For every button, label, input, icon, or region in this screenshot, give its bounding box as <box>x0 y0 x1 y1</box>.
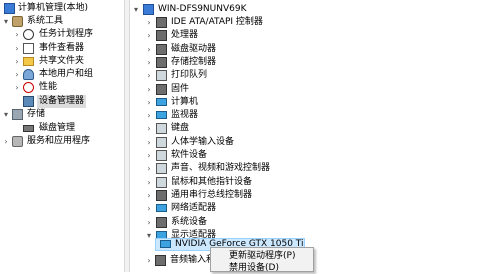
device-category-label: 固件 <box>171 83 190 94</box>
device-category-label: 计算机 <box>171 96 199 107</box>
chevron-right-icon[interactable]: › <box>13 42 21 55</box>
device-tree-root-label: WIN-DFS9NUNV69K <box>158 4 247 14</box>
audio-input-icon <box>155 255 166 266</box>
processor-icon <box>156 30 167 42</box>
tree-item-label: 设备管理器 <box>37 95 87 108</box>
device-category-label: 处理器 <box>171 30 199 41</box>
device-category-label: 声音、视频和游戏控制器 <box>171 163 271 174</box>
tree-item-label: 系统工具 <box>27 16 64 26</box>
tree-item-label: 磁盘管理 <box>39 123 76 133</box>
system-tools-icon <box>12 16 23 27</box>
monitor-icon <box>156 111 167 120</box>
chevron-right-icon[interactable]: › <box>145 83 153 96</box>
device-category-label: 软件设备 <box>171 150 208 160</box>
tree-item-label: 计算机管理(本地) <box>18 3 89 13</box>
device-tree-pane: ▾ WIN-DFS9NUNV69K › IDE ATA/ATAPI 控制器 › 处理器… <box>130 0 499 272</box>
event-viewer-icon <box>23 43 34 54</box>
software-device-icon <box>156 150 167 161</box>
chevron-down-icon[interactable]: ▾ <box>2 15 10 28</box>
chevron-right-icon[interactable]: › <box>145 56 153 69</box>
chevron-right-icon[interactable]: › <box>145 149 153 162</box>
display-adapter-device-icon <box>160 240 171 248</box>
menu-item-update-driver[interactable]: 更新驱动程序(P) <box>229 250 295 262</box>
chevron-right-icon[interactable]: › <box>145 122 153 135</box>
firmware-icon <box>156 83 167 95</box>
menu-item-disable-device[interactable]: 禁用设备(D) <box>229 262 279 274</box>
tree-item-label: 本地用户和组 <box>39 69 94 79</box>
chevron-down-icon[interactable]: ▾ <box>145 229 153 242</box>
chevron-right-icon[interactable]: › <box>2 135 10 148</box>
chevron-right-icon[interactable]: › <box>13 68 21 81</box>
chevron-right-icon[interactable]: › <box>145 43 153 56</box>
local-users-icon <box>23 69 34 80</box>
performance-icon <box>23 82 34 93</box>
tree-item-label: 任务计划程序 <box>39 29 94 39</box>
chevron-right-icon[interactable]: › <box>145 162 153 175</box>
chevron-right-icon[interactable]: › <box>145 96 153 109</box>
device-category-label: 人体学输入设备 <box>171 136 235 147</box>
keyboard-icon <box>156 123 167 135</box>
device-category-label: 存储控制器 <box>171 56 217 67</box>
chevron-right-icon[interactable]: › <box>145 69 153 82</box>
disk-drive-icon <box>156 43 167 55</box>
mouse-icon <box>156 176 167 188</box>
chevron-right-icon[interactable]: › <box>145 136 153 149</box>
network-adapter-icon <box>156 204 167 213</box>
print-queue-icon <box>156 70 167 82</box>
disk-management-icon <box>23 125 34 132</box>
chevron-right-icon[interactable]: › <box>145 189 153 202</box>
console-tree-pane: 计算机管理(本地) ▾ 系统工具 › 任务计划程序 › 事件查看器 › 共享文件… <box>0 0 124 272</box>
storage-icon <box>12 109 23 120</box>
chevron-right-icon[interactable]: › <box>145 16 153 29</box>
device-category-label: 鼠标和其他指针设备 <box>171 176 253 187</box>
chevron-right-icon[interactable]: › <box>13 28 21 41</box>
chevron-right-icon[interactable]: › <box>145 216 153 229</box>
device-category-label: 音频输入和 <box>170 255 216 265</box>
shared-folders-icon <box>23 57 34 66</box>
device-category-label: 监视器 <box>171 110 199 121</box>
device-category-label: 键盘 <box>171 123 190 134</box>
hid-icon <box>156 136 167 148</box>
tree-item-label: 性能 <box>39 82 58 92</box>
device-category-label: 通用串行总线控制器 <box>171 189 253 200</box>
storage-controller-icon <box>156 56 167 68</box>
chevron-right-icon[interactable]: › <box>145 254 153 267</box>
device-category-label: 系统设备 <box>171 216 208 227</box>
device-manager-icon <box>23 96 34 107</box>
usb-icon <box>156 189 167 201</box>
chevron-right-icon[interactable]: › <box>145 29 153 42</box>
chevron-down-icon[interactable]: ▾ <box>2 108 10 121</box>
device-category-label: 网络适配器 <box>171 203 217 214</box>
tree-item-label: 服务和应用程序 <box>27 136 91 146</box>
tree-item-label: 存储 <box>27 109 46 119</box>
chevron-right-icon[interactable]: › <box>145 176 153 189</box>
tree-item-label: 事件查看器 <box>39 43 85 53</box>
computer-icon <box>156 97 167 106</box>
computer-icon <box>143 4 154 15</box>
services-apps-icon <box>12 136 23 147</box>
task-scheduler-icon <box>23 29 34 40</box>
chevron-right-icon[interactable]: › <box>145 109 153 122</box>
chevron-right-icon[interactable]: › <box>13 55 21 68</box>
device-category-label: 打印队列 <box>171 70 208 81</box>
system-device-icon <box>156 216 167 228</box>
device-category-label: 磁盘驱动器 <box>171 43 217 54</box>
chevron-right-icon[interactable]: › <box>13 81 21 94</box>
tree-item-label: 共享文件夹 <box>39 56 85 66</box>
chevron-down-icon[interactable]: ▾ <box>132 3 140 16</box>
device-category-label: IDE ATA/ATAPI 控制器 <box>171 17 263 27</box>
computer-management-icon <box>4 3 15 14</box>
chevron-right-icon[interactable]: › <box>145 202 153 215</box>
sound-icon <box>156 163 167 175</box>
ide-controller-icon <box>156 17 167 28</box>
context-menu: 更新驱动程序(P) 禁用设备(D) <box>210 247 314 274</box>
